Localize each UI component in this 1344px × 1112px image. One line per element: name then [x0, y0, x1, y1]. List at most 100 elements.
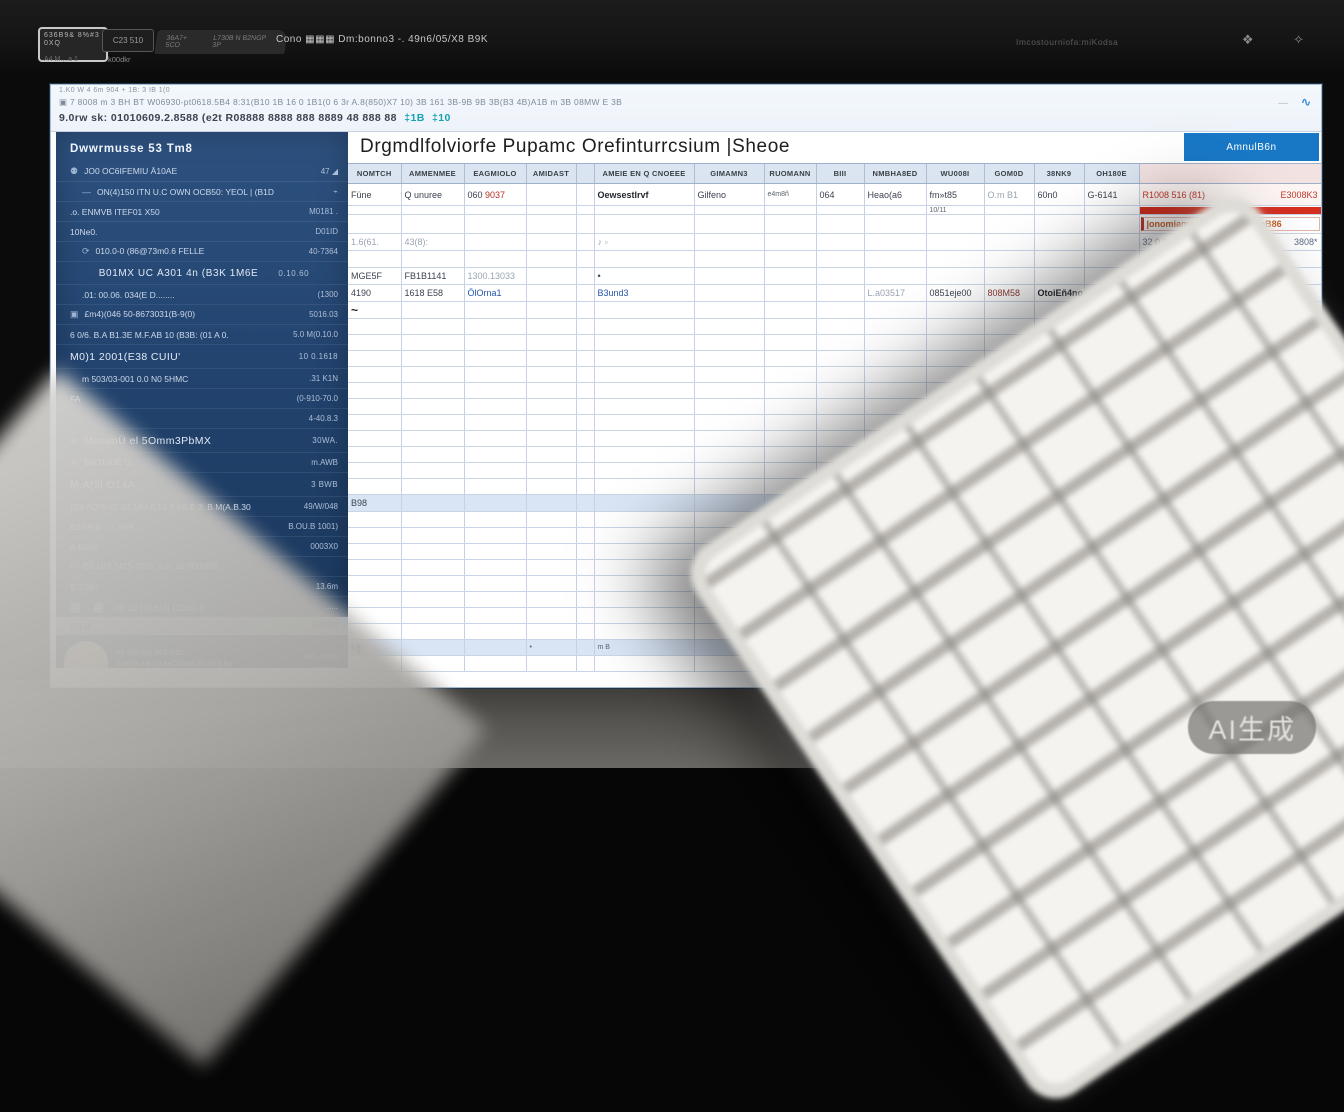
table-cell[interactable]	[526, 415, 576, 431]
table-cell[interactable]	[816, 251, 864, 268]
table-cell[interactable]	[594, 302, 694, 319]
table-cell[interactable]	[464, 624, 526, 640]
table-cell[interactable]	[464, 463, 526, 479]
table-cell[interactable]	[864, 367, 926, 383]
table-cell[interactable]	[764, 431, 816, 447]
table-cell[interactable]	[864, 268, 926, 285]
table-cell[interactable]	[594, 206, 694, 215]
table-cell[interactable]: MGE5F	[348, 268, 401, 285]
sidebar-item[interactable]: B01MX UC Ā301 4n (B3K 1M6E0.10.60	[56, 262, 348, 285]
table-cell[interactable]: Heao(a6	[864, 184, 926, 206]
table-cell[interactable]	[694, 479, 764, 495]
table-cell[interactable]	[526, 608, 576, 624]
table-cell[interactable]	[348, 335, 401, 351]
table-cell[interactable]: 060 9037	[464, 184, 526, 206]
table-cell[interactable]	[348, 383, 401, 399]
table-cell[interactable]	[594, 215, 694, 234]
table-cell[interactable]	[816, 335, 864, 351]
table-cell[interactable]: ♪ ▫	[594, 234, 694, 251]
table-cell[interactable]	[464, 383, 526, 399]
table-cell[interactable]	[816, 319, 864, 335]
table-cell[interactable]	[1034, 234, 1084, 251]
table-cell[interactable]	[526, 512, 576, 528]
table-cell[interactable]: 064	[816, 184, 864, 206]
table-cell[interactable]	[576, 431, 594, 447]
table-cell[interactable]	[348, 206, 401, 215]
taskbar-tray-icons[interactable]: ❖ ✧	[1242, 32, 1322, 48]
table-cell[interactable]	[926, 234, 984, 251]
table-cell[interactable]	[464, 544, 526, 560]
table-cell[interactable]	[594, 251, 694, 268]
table-cell[interactable]	[764, 335, 816, 351]
sidebar-item[interactable]: 6 0/6. B.A B1.3E M.F.AB 10 (B3B: (01 A 0…	[56, 325, 348, 345]
table-cell[interactable]	[464, 528, 526, 544]
table-cell[interactable]	[694, 447, 764, 463]
table-cell[interactable]	[348, 447, 401, 463]
table-cell[interactable]	[464, 495, 526, 512]
table-cell[interactable]	[348, 560, 401, 576]
table-cell[interactable]	[401, 367, 464, 383]
table-cell[interactable]	[576, 399, 594, 415]
table-cell[interactable]: FB1B1141	[401, 268, 464, 285]
table-cell[interactable]	[576, 234, 594, 251]
sidebar-item[interactable]: ▣£m4)(046 50-8673031(B-9(0)5016.03	[56, 305, 348, 325]
table-cell[interactable]	[576, 544, 594, 560]
table-cell[interactable]	[594, 431, 694, 447]
table-cell[interactable]	[526, 383, 576, 399]
table-cell[interactable]	[401, 415, 464, 431]
table-cell[interactable]	[348, 319, 401, 335]
table-cell[interactable]	[464, 351, 526, 367]
table-cell[interactable]	[401, 251, 464, 268]
table-cell[interactable]	[526, 184, 576, 206]
table-cell[interactable]	[464, 399, 526, 415]
table-cell[interactable]	[694, 399, 764, 415]
table-cell[interactable]	[864, 234, 926, 251]
table-cell[interactable]	[576, 206, 594, 215]
table-cell[interactable]	[764, 251, 816, 268]
table-cell[interactable]	[401, 447, 464, 463]
table-cell[interactable]	[816, 234, 864, 251]
table-cell[interactable]	[576, 335, 594, 351]
table-cell[interactable]	[816, 215, 864, 234]
table-cell[interactable]	[401, 431, 464, 447]
table-cell[interactable]	[576, 624, 594, 640]
table-cell[interactable]: Gilfeno	[694, 184, 764, 206]
table-cell[interactable]	[526, 319, 576, 335]
table-cell[interactable]	[694, 335, 764, 351]
table-cell[interactable]	[348, 251, 401, 268]
table-cell[interactable]	[594, 399, 694, 415]
table-cell[interactable]	[401, 528, 464, 544]
table-cell[interactable]	[576, 495, 594, 512]
table-cell[interactable]	[464, 656, 526, 672]
table-cell[interactable]	[764, 319, 816, 335]
table-cell[interactable]	[1034, 251, 1084, 268]
table-cell[interactable]: 10/11	[926, 206, 984, 215]
table-cell[interactable]	[401, 624, 464, 640]
table-cell[interactable]: fm»t85	[926, 184, 984, 206]
table-cell[interactable]	[594, 335, 694, 351]
table-cell[interactable]	[526, 351, 576, 367]
table-cell[interactable]	[764, 399, 816, 415]
table-cell[interactable]	[594, 608, 694, 624]
table-cell[interactable]	[464, 335, 526, 351]
table-cell[interactable]	[576, 302, 594, 319]
table-cell[interactable]	[694, 206, 764, 215]
table-cell[interactable]	[464, 640, 526, 656]
sidebar-item[interactable]: M0)1 2001(E38 CUIU'10 0.1618	[56, 345, 348, 369]
table-cell[interactable]	[464, 608, 526, 624]
table-cell[interactable]	[526, 576, 576, 592]
table-cell[interactable]	[694, 367, 764, 383]
table-cell[interactable]: 4190	[348, 285, 401, 302]
table-cell[interactable]	[576, 640, 594, 656]
table-cell[interactable]	[526, 560, 576, 576]
table-cell[interactable]	[576, 383, 594, 399]
table-cell[interactable]: B3und3	[594, 285, 694, 302]
sidebar-item[interactable]: m 503/03-001 0.0 N0 5HMC.31 K1N	[56, 369, 348, 389]
table-cell[interactable]: 1.6(61.	[348, 234, 401, 251]
table-cell[interactable]	[464, 251, 526, 268]
table-cell[interactable]	[576, 351, 594, 367]
table-cell[interactable]: ÖlOrna1	[464, 285, 526, 302]
table-cell[interactable]	[984, 251, 1034, 268]
table-cell[interactable]	[401, 383, 464, 399]
table-cell[interactable]	[764, 234, 816, 251]
